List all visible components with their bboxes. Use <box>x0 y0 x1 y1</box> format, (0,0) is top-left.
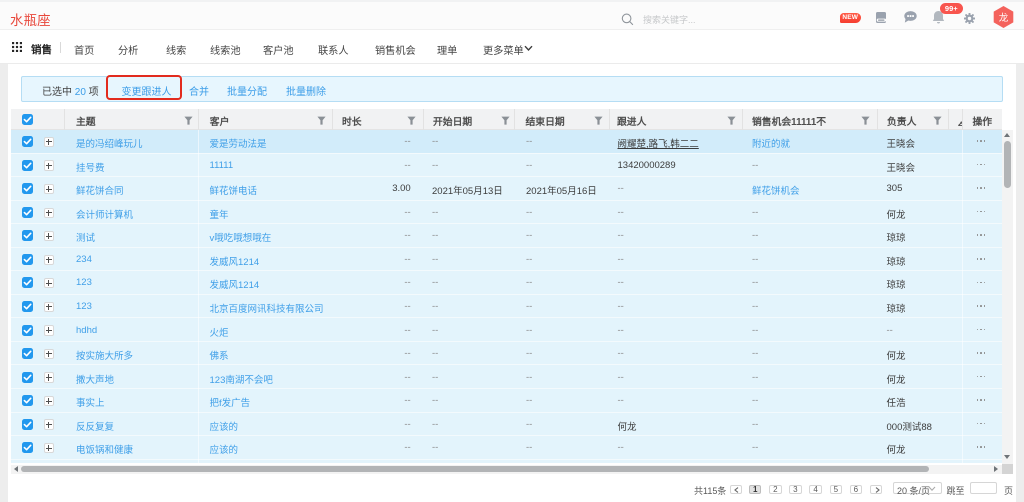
svg-text:龙: 龙 <box>999 12 1009 24</box>
